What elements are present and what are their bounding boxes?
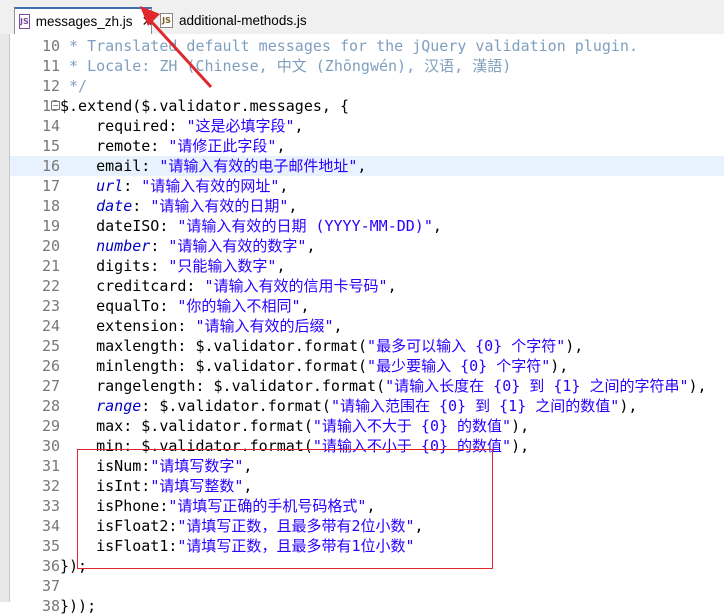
- code-text: dateISO: "请输入有效的日期 (YYYY-MM-DD)",: [60, 217, 442, 235]
- line-number: 28: [41, 397, 60, 415]
- code-text: extension: "请输入有效的后缀",: [60, 317, 343, 335]
- line-number: 29: [41, 417, 60, 435]
- code-text: max: $.validator.format("请输入不大于 {0} 的数值"…: [60, 417, 530, 435]
- code-text: }));: [60, 597, 97, 615]
- code-line[interactable]: 13−$.extend($.validator.messages, {: [10, 96, 724, 116]
- line-number: 36: [41, 557, 60, 575]
- line-number: 21: [41, 257, 60, 275]
- code-line[interactable]: 20 number: "请输入有效的数字",: [10, 236, 724, 256]
- line-number: 22: [41, 277, 60, 295]
- line-number: 23: [41, 297, 60, 315]
- code-text: creditcard: "请输入有效的信用卡号码",: [60, 277, 397, 295]
- code-line[interactable]: 27 rangelength: $.validator.format("请输入长…: [10, 376, 724, 396]
- code-line[interactable]: 14 required: "这是必填字段",: [10, 116, 724, 136]
- line-number: 14: [41, 117, 60, 135]
- code-text: minlength: $.validator.format("最少要输入 {0}…: [60, 357, 569, 375]
- line-number: 31: [41, 457, 60, 475]
- code-text: rangelength: $.validator.format("请输入长度在 …: [60, 377, 707, 395]
- code-line[interactable]: 26 minlength: $.validator.format("最少要输入 …: [10, 356, 724, 376]
- code-line[interactable]: 15 remote: "请修正此字段",: [10, 136, 724, 156]
- editor-tab-bar: JS messages_zh.js ✕ JS additional-method…: [0, 0, 724, 35]
- fold-toggle-icon[interactable]: −: [51, 101, 60, 110]
- line-number: 20: [41, 237, 60, 255]
- line-number: 25: [41, 337, 60, 355]
- tab-messages-zh[interactable]: JS messages_zh.js ✕: [14, 7, 154, 34]
- code-line[interactable]: 23 equalTo: "你的输入不相同",: [10, 296, 724, 316]
- code-text: equalTo: "你的输入不相同",: [60, 297, 310, 315]
- line-number: 11: [41, 57, 60, 75]
- code-line[interactable]: 17 url: "请输入有效的网址",: [10, 176, 724, 196]
- code-line[interactable]: 19 dateISO: "请输入有效的日期 (YYYY-MM-DD)",: [10, 216, 724, 236]
- line-number: 27: [41, 377, 60, 395]
- code-line[interactable]: 11 * Locale: ZH (Chinese, 中文 (Zhōngwén),…: [10, 56, 724, 76]
- code-text: url: "请输入有效的网址",: [96, 177, 289, 195]
- js-file-icon: JS: [160, 13, 173, 28]
- code-line[interactable]: 37: [10, 576, 724, 596]
- line-number: 12: [41, 77, 60, 95]
- line-number: 38: [41, 597, 60, 615]
- code-text: number: "请输入有效的数字",: [96, 237, 316, 255]
- code-line[interactable]: 10 * Translated default messages for the…: [10, 36, 724, 56]
- tab-label: messages_zh.js: [35, 14, 133, 29]
- code-text: date: "请输入有效的日期",: [96, 197, 298, 215]
- tab-label: additional-methods.js: [179, 13, 307, 28]
- close-icon[interactable]: ✕: [142, 14, 154, 30]
- line-number: 19: [41, 217, 60, 235]
- code-text: * Translated default messages for the jQ…: [60, 37, 638, 55]
- line-number: 35: [41, 537, 60, 555]
- code-text: remote: "请修正此字段",: [60, 137, 286, 155]
- line-number: 16: [41, 157, 60, 175]
- code-text: */: [60, 77, 88, 95]
- line-number: 33: [41, 497, 60, 515]
- code-text: email: "请输入有效的电子邮件地址",: [60, 157, 367, 175]
- code-line[interactable]: 22 creditcard: "请输入有效的信用卡号码",: [10, 276, 724, 296]
- line-number: 15: [41, 137, 60, 155]
- code-line[interactable]: 16 email: "请输入有效的电子邮件地址",: [10, 156, 724, 176]
- code-text: maxlength: $.validator.format("最多可以输入 {0…: [60, 337, 584, 355]
- code-text: required: "这是必填字段",: [60, 117, 304, 135]
- line-number: 30: [41, 437, 60, 455]
- code-text: digits: "只能输入数字",: [60, 257, 286, 275]
- code-line[interactable]: 29 max: $.validator.format("请输入不大于 {0} 的…: [10, 416, 724, 436]
- line-number: 10: [41, 37, 60, 55]
- code-line[interactable]: 25 maxlength: $.validator.format("最多可以输入…: [10, 336, 724, 356]
- code-line[interactable]: 21 digits: "只能输入数字",: [10, 256, 724, 276]
- code-line[interactable]: 38}));: [10, 596, 724, 616]
- code-line[interactable]: 28 range: $.validator.format("请输入范围在 {0}…: [10, 396, 724, 416]
- line-number: 32: [41, 477, 60, 495]
- line-number: 26: [41, 357, 60, 375]
- code-line[interactable]: 24 extension: "请输入有效的后缀",: [10, 316, 724, 336]
- js-file-icon: JS: [19, 14, 30, 29]
- code-text: range: $.validator.format("请输入范围在 {0} 到 …: [96, 397, 638, 415]
- line-number: 17: [41, 177, 60, 195]
- highlight-box-annotation: [77, 449, 493, 569]
- code-text: $.extend($.validator.messages, {: [60, 97, 349, 115]
- editor-left-border: [0, 34, 10, 602]
- line-number: 24: [41, 317, 60, 335]
- code-line[interactable]: 18 date: "请输入有效的日期",: [10, 196, 724, 216]
- line-number: 37: [41, 577, 60, 595]
- code-text: * Locale: ZH (Chinese, 中文 (Zhōngwén), 汉语…: [60, 57, 512, 75]
- code-line[interactable]: 12 */: [10, 76, 724, 96]
- line-number: 18: [41, 197, 60, 215]
- line-number: 34: [41, 517, 60, 535]
- tab-additional-methods[interactable]: JS additional-methods.js: [158, 7, 348, 34]
